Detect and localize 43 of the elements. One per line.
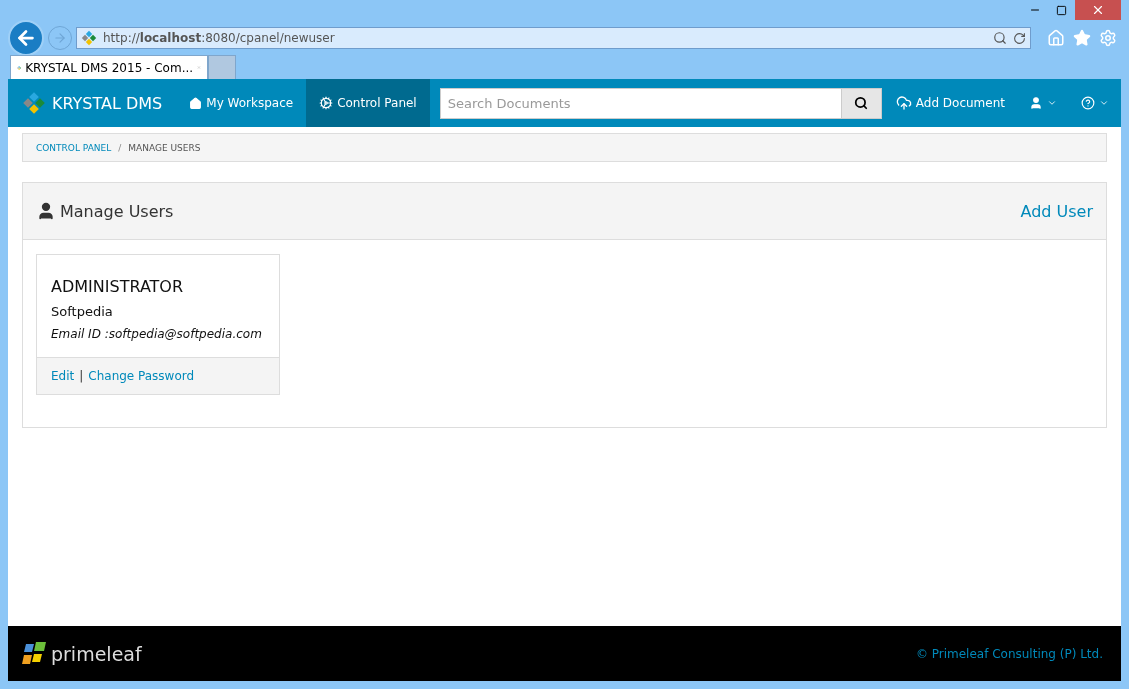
add-document-button[interactable]: Add Document — [883, 79, 1017, 127]
user-name: ADMINISTRATOR — [51, 277, 185, 296]
cloud-upload-icon — [895, 95, 912, 111]
gears-icon — [319, 96, 334, 110]
breadcrumb-current: MANAGE USERS — [128, 142, 201, 153]
maximize-icon — [1056, 4, 1067, 16]
logo-icon — [22, 91, 46, 115]
brand[interactable]: KRYSTAL DMS — [22, 79, 177, 127]
search-icon[interactable] — [993, 31, 1007, 45]
browser-tab[interactable]: KRYSTAL DMS 2015 - Com... — [10, 55, 208, 79]
change-password-link[interactable]: Change Password — [88, 369, 195, 383]
copyright-text: © Primeleaf Consulting (P) Ltd. — [915, 646, 1103, 661]
logo-icon — [81, 30, 97, 46]
search-icon — [854, 96, 869, 110]
edit-link[interactable]: Edit — [51, 369, 75, 383]
forward-arrow-icon — [53, 31, 67, 45]
nav-item[interactable]: Control Panel — [306, 79, 430, 127]
user-icon — [1029, 96, 1043, 110]
back-button[interactable] — [8, 20, 44, 56]
user-organization: Softpedia — [51, 304, 114, 319]
panel-title: Manage Users — [60, 201, 174, 221]
search-field[interactable]: Search Documents — [439, 87, 842, 119]
refresh-icon[interactable] — [1013, 31, 1026, 45]
nav-item[interactable]: My Workspace — [176, 79, 307, 127]
settings-icon[interactable] — [1099, 29, 1117, 47]
caret-icon — [1099, 98, 1109, 108]
star-icon[interactable] — [1073, 29, 1091, 47]
footer-logo: primeleaf — [22, 641, 142, 666]
leaf-logo-icon — [22, 641, 48, 666]
search-button[interactable] — [841, 87, 882, 119]
help-icon — [1081, 96, 1095, 110]
breadcrumb-link[interactable]: CONTROL PANEL — [36, 142, 112, 153]
browser-tab[interactable] — [208, 55, 236, 79]
home-icon[interactable] — [1047, 29, 1065, 47]
link-separator: | — [79, 369, 84, 383]
user-icon — [36, 201, 56, 221]
caret-icon — [1047, 98, 1057, 108]
home-icon — [189, 96, 203, 110]
close-icon — [1091, 3, 1105, 17]
breadcrumb-divider: / — [118, 142, 122, 153]
user-email: Email ID :softpedia@softpedia.com — [51, 327, 263, 341]
add-user-link[interactable]: Add User — [1020, 201, 1093, 221]
address-bar[interactable]: http://localhost:8080/cpanel/newuser — [76, 27, 1031, 49]
